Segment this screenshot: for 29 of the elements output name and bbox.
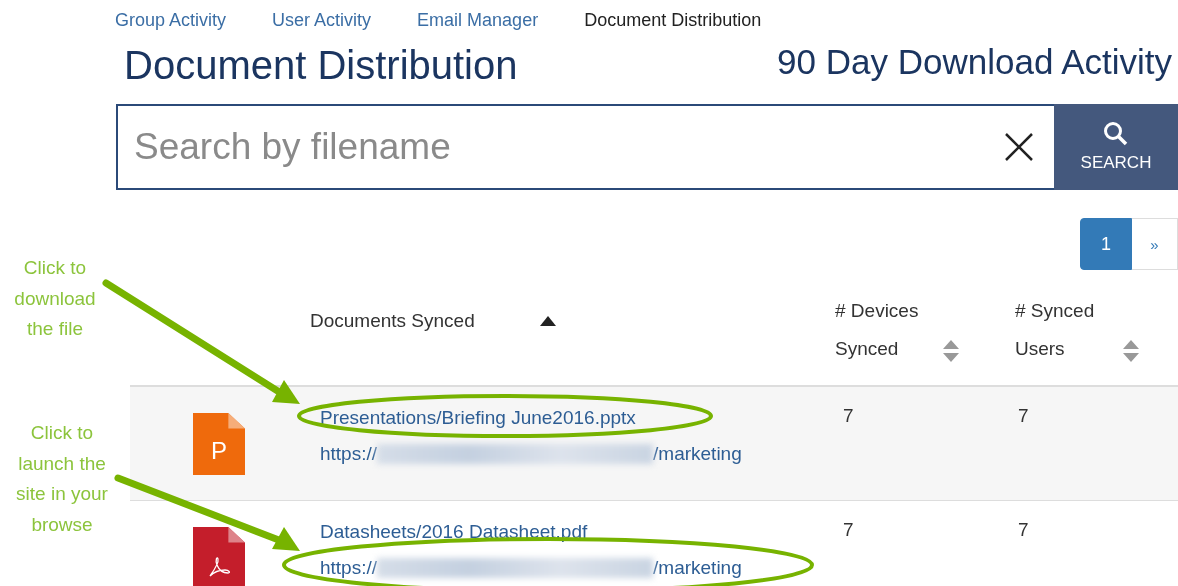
site-link[interactable]: https:// /marketing xyxy=(320,443,835,465)
page-button[interactable]: 1 xyxy=(1080,218,1132,270)
page-title: Document Distribution xyxy=(124,42,518,88)
nav-tab[interactable]: Email Manager xyxy=(417,10,539,36)
table-cell-text: 7 xyxy=(1017,518,1030,542)
search-button[interactable]: SEARCH xyxy=(1054,104,1178,190)
nav-tab[interactable]: Group Activity xyxy=(115,10,227,36)
table-cell-text: 7 xyxy=(842,518,855,542)
search-bar[interactable]: Search by filename xyxy=(116,104,1054,190)
search-icon xyxy=(1103,121,1129,147)
presentation-file-icon: P xyxy=(193,413,245,475)
file-link[interactable]: Presentations/Briefing June2016.pptx xyxy=(320,407,835,429)
sort-ascending-icon[interactable] xyxy=(540,316,556,326)
sort-icon[interactable] xyxy=(1123,340,1139,362)
close-icon[interactable] xyxy=(1004,132,1034,162)
callout-text: Click to launch the site in your browse xyxy=(15,421,109,537)
sort-icon[interactable] xyxy=(943,340,959,362)
nav-tab[interactable]: Document Distribution xyxy=(584,10,762,36)
callout-text: Click to download the file xyxy=(13,256,97,341)
next-page-button[interactable]: » xyxy=(1132,218,1178,270)
site-link[interactable]: https:// /marketing xyxy=(320,557,835,579)
table-cell-text: 7 xyxy=(1017,404,1030,428)
column-header[interactable]: # Devices Synced xyxy=(835,292,931,368)
nav-tab[interactable]: User Activity xyxy=(272,10,372,36)
page-subtitle: 90 Day Download Activity xyxy=(777,42,1172,82)
column-header[interactable]: # Synced Users xyxy=(1015,292,1111,368)
column-header[interactable]: Documents Synced xyxy=(310,302,500,340)
table-cell-text: 7 xyxy=(842,404,855,428)
file-link[interactable]: Datasheets/2016 Datasheet.pdf xyxy=(320,521,835,543)
